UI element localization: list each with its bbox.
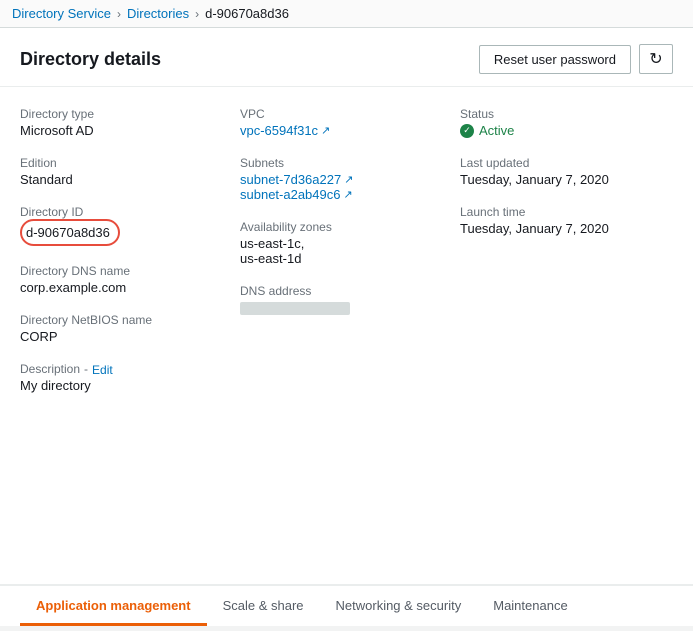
tab-maintenance[interactable]: Maintenance [477,586,583,626]
directory-dns-label: Directory DNS name [20,264,220,278]
last-updated-item: Last updated Tuesday, January 7, 2020 [460,156,653,187]
dns-address-value-blurred [240,302,350,315]
edition-value: Standard [20,172,220,187]
directory-dns-item: Directory DNS name corp.example.com [20,264,220,295]
vpc-label: VPC [240,107,440,121]
last-updated-value: Tuesday, January 7, 2020 [460,172,653,187]
directory-netbios-label: Directory NetBIOS name [20,313,220,327]
vpc-link[interactable]: vpc-6594f31c ↗ [240,123,330,138]
availability-zones-label: Availability zones [240,220,440,234]
reset-user-password-button[interactable]: Reset user password [479,45,631,74]
edition-item: Edition Standard [20,156,220,187]
tabs-bar: Application management Scale & share Net… [0,585,693,626]
dns-address-label: DNS address [240,284,440,298]
directory-dns-value: corp.example.com [20,280,220,295]
description-item: Description - Edit My directory [20,362,220,393]
directory-id-circle: d-90670a8d36 [20,219,120,246]
directory-type-value: Microsoft AD [20,123,220,138]
dns-address-item: DNS address [240,284,440,318]
status-active: ✓ Active [460,123,653,138]
refresh-icon: ↻ [649,49,662,69]
breadcrumb-directory-service[interactable]: Directory Service [12,6,111,21]
subnet2-link[interactable]: subnet-a2ab49c6 ↗ [240,187,353,202]
vpc-value: vpc-6594f31c ↗ [240,123,440,138]
description-dash: - [84,362,88,376]
availability-zones-value: us-east-1c, us-east-1d [240,236,440,266]
tab-scale-share[interactable]: Scale & share [207,586,320,626]
header-actions: Reset user password ↻ [479,44,673,74]
availability-zones-item: Availability zones us-east-1c, us-east-1… [240,220,440,266]
status-check-icon: ✓ [460,124,474,138]
breadcrumb-sep-1: › [117,7,121,21]
status-value: Active [479,123,514,138]
subnets-label: Subnets [240,156,440,170]
details-col1: Directory type Microsoft AD Edition Stan… [20,107,240,568]
status-label: Status [460,107,653,121]
subnets-item: Subnets subnet-7d36a227 ↗ subnet-a2ab49c… [240,156,440,202]
refresh-button[interactable]: ↻ [639,44,673,74]
directory-netbios-item: Directory NetBIOS name CORP [20,313,220,344]
subnet2-external-icon: ↗ [343,188,352,201]
breadcrumb-sep-2: › [195,7,199,21]
tab-application-management[interactable]: Application management [20,586,207,626]
directory-id-value: d-90670a8d36 [26,225,110,240]
external-link-icon: ↗ [321,124,330,137]
directory-netbios-value: CORP [20,329,220,344]
vpc-item: VPC vpc-6594f31c ↗ [240,107,440,138]
subnet2-value: subnet-a2ab49c6 ↗ [240,187,440,202]
subnet1-link[interactable]: subnet-7d36a227 ↗ [240,172,353,187]
details-grid: Directory type Microsoft AD Edition Stan… [0,87,693,584]
main-content: Directory details Reset user password ↻ … [0,28,693,626]
directory-id-item: Directory ID d-90670a8d36 [20,205,220,246]
description-edit-link[interactable]: Edit [92,363,113,377]
directory-type-label: Directory type [20,107,220,121]
page-header: Directory details Reset user password ↻ [0,28,693,87]
directory-id-label: Directory ID [20,205,220,219]
breadcrumb-current: d-90670a8d36 [205,6,289,21]
breadcrumb-directories[interactable]: Directories [127,6,189,21]
details-col3: Status ✓ Active Last updated Tuesday, Ja… [460,107,673,568]
subnet1-external-icon: ↗ [344,173,353,186]
launch-time-label: Launch time [460,205,653,219]
status-item: Status ✓ Active [460,107,653,138]
description-label: Description [20,362,80,376]
tab-networking-security[interactable]: Networking & security [320,586,478,626]
page-title: Directory details [20,49,161,70]
breadcrumb: Directory Service › Directories › d-9067… [0,0,693,28]
launch-time-value: Tuesday, January 7, 2020 [460,221,653,236]
launch-time-item: Launch time Tuesday, January 7, 2020 [460,205,653,236]
last-updated-label: Last updated [460,156,653,170]
description-value: My directory [20,378,220,393]
details-col2: VPC vpc-6594f31c ↗ Subnets subnet-7d36a2… [240,107,460,568]
description-label-row: Description - Edit [20,362,220,378]
directory-type-item: Directory type Microsoft AD [20,107,220,138]
subnet1-value: subnet-7d36a227 ↗ [240,172,440,187]
edition-label: Edition [20,156,220,170]
